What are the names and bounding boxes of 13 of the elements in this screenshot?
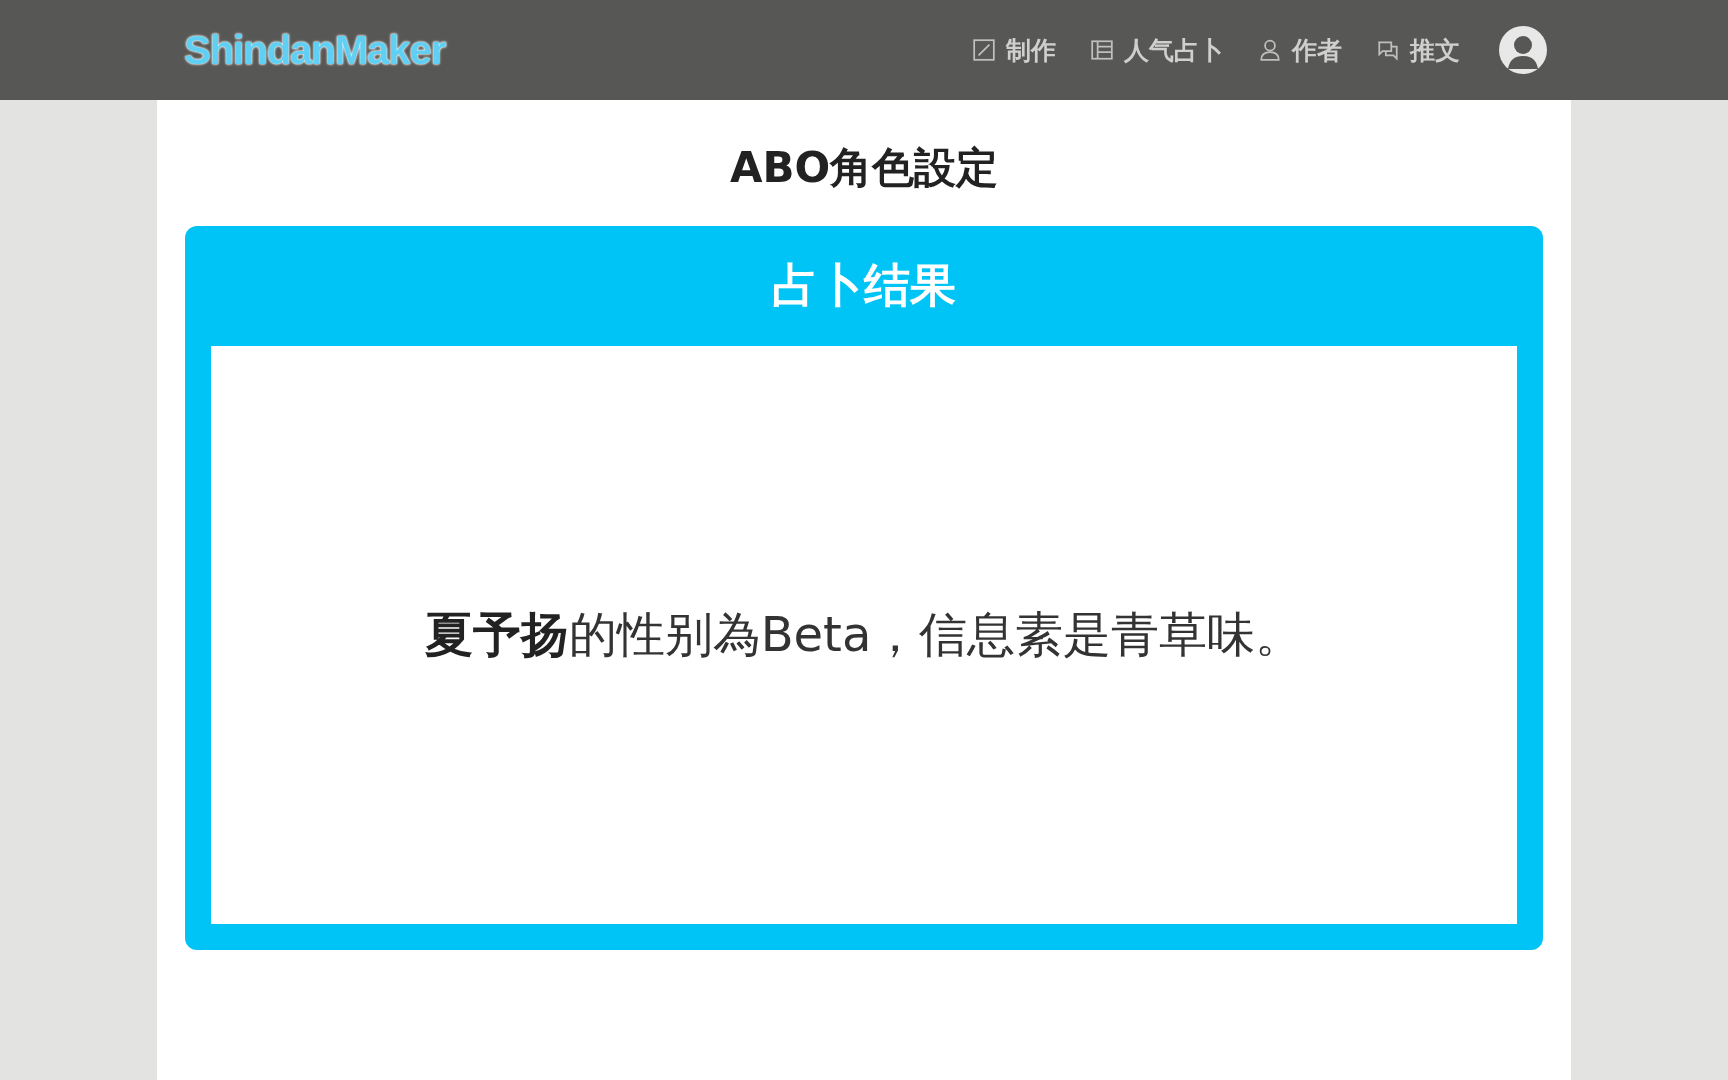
avatar-icon[interactable] [1498, 25, 1548, 75]
nav-link[interactable]: 人气占卜 [1090, 33, 1224, 67]
result-text: 夏予扬的性别為Beta，信息素是青草味。 [424, 605, 1304, 664]
list-icon [1090, 38, 1114, 62]
chat-icon [1376, 38, 1400, 62]
edit-icon [972, 38, 996, 62]
result-heading: 占卜结果 [771, 257, 957, 314]
person-icon [1258, 38, 1282, 62]
nav-link[interactable]: 推文 [1376, 33, 1460, 67]
page-title: ABO角色設定 [728, 142, 1000, 194]
nav-link[interactable]: 作者 [1258, 33, 1342, 67]
nav-link[interactable]: 制作 [972, 33, 1056, 67]
site-logo[interactable]: ShindanMaker [184, 27, 446, 73]
